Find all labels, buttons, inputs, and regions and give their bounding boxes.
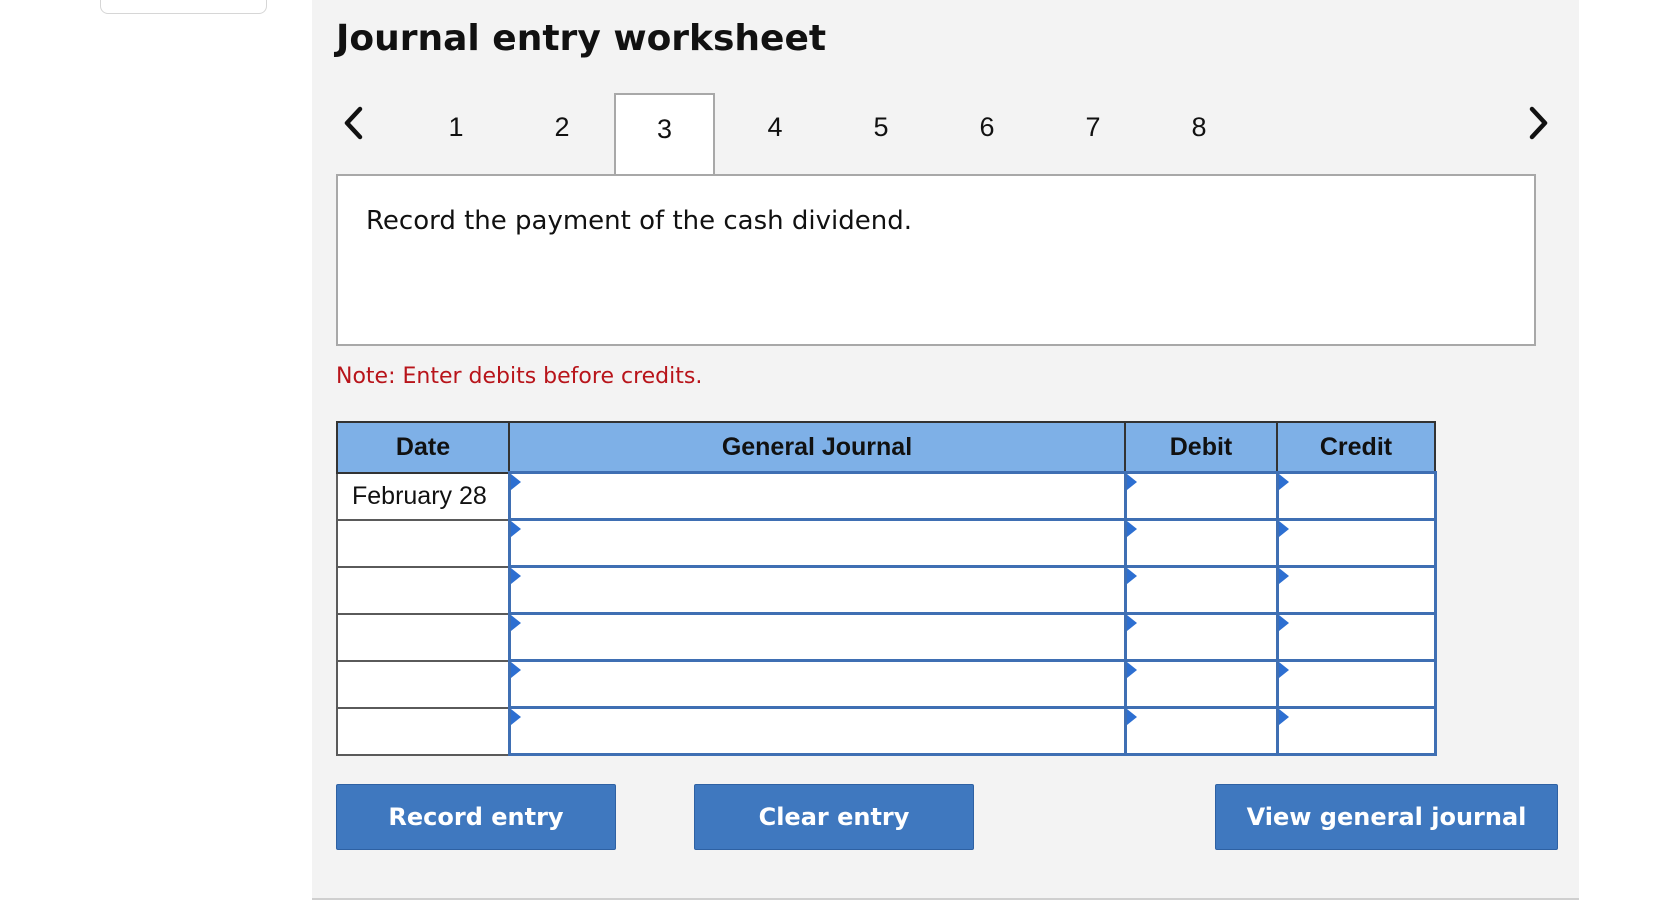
- tab-7[interactable]: 7: [1063, 112, 1123, 143]
- account-field[interactable]: [507, 706, 1127, 756]
- header-general-journal: General Journal: [508, 421, 1126, 474]
- credit-field[interactable]: [1275, 518, 1437, 568]
- note-text: Note: Enter debits before credits.: [336, 364, 703, 389]
- prompt-text: Record the payment of the cash dividend.: [366, 206, 912, 236]
- account-field[interactable]: [507, 659, 1127, 709]
- journal-header-row: Date General Journal Debit Credit: [336, 421, 1436, 474]
- credit-field[interactable]: [1275, 706, 1437, 756]
- chevron-left-icon[interactable]: [338, 103, 370, 143]
- credit-field[interactable]: [1275, 612, 1437, 662]
- header-credit: Credit: [1276, 421, 1436, 474]
- clear-entry-button[interactable]: Clear entry: [694, 784, 974, 850]
- account-field[interactable]: [507, 518, 1127, 568]
- header-date: Date: [336, 421, 510, 474]
- table-row: [336, 659, 1437, 709]
- table-row: [336, 612, 1437, 662]
- header-debit: Debit: [1124, 421, 1278, 474]
- debit-field[interactable]: [1123, 565, 1279, 615]
- debit-field[interactable]: [1123, 518, 1279, 568]
- date-cell[interactable]: February 28: [336, 471, 510, 521]
- debit-field[interactable]: [1123, 471, 1279, 521]
- credit-field[interactable]: [1275, 471, 1437, 521]
- account-field[interactable]: [507, 612, 1127, 662]
- journal-table: Date General Journal Debit Credit Februa…: [336, 421, 1437, 756]
- prompt-box: Record the payment of the cash dividend.: [336, 174, 1536, 346]
- tab-3-label: 3: [656, 114, 673, 144]
- chevron-right-icon[interactable]: [1522, 103, 1554, 143]
- date-cell[interactable]: [336, 612, 510, 662]
- table-row: [336, 518, 1437, 568]
- tab-4[interactable]: 4: [745, 112, 805, 143]
- credit-field[interactable]: [1275, 565, 1437, 615]
- tab-2[interactable]: 2: [532, 112, 592, 143]
- table-row: [336, 706, 1437, 756]
- view-general-journal-button[interactable]: View general journal: [1215, 784, 1558, 850]
- debit-field[interactable]: [1123, 659, 1279, 709]
- date-cell[interactable]: [336, 518, 510, 568]
- account-field[interactable]: [507, 471, 1127, 521]
- table-row: [336, 565, 1437, 615]
- tab-1[interactable]: 1: [426, 112, 486, 143]
- date-cell[interactable]: [336, 706, 510, 756]
- debit-field[interactable]: [1123, 706, 1279, 756]
- worksheet-title: Journal entry worksheet: [336, 18, 827, 59]
- date-cell[interactable]: [336, 659, 510, 709]
- tab-6[interactable]: 6: [957, 112, 1017, 143]
- table-row: February 28: [336, 471, 1437, 521]
- previous-panel-tab: [100, 0, 267, 14]
- account-field[interactable]: [507, 565, 1127, 615]
- tab-8[interactable]: 8: [1169, 112, 1229, 143]
- debit-field[interactable]: [1123, 612, 1279, 662]
- tab-3[interactable]: 3: [614, 93, 715, 176]
- tab-5[interactable]: 5: [851, 112, 911, 143]
- date-cell[interactable]: [336, 565, 510, 615]
- record-entry-button[interactable]: Record entry: [336, 784, 616, 850]
- credit-field[interactable]: [1275, 659, 1437, 709]
